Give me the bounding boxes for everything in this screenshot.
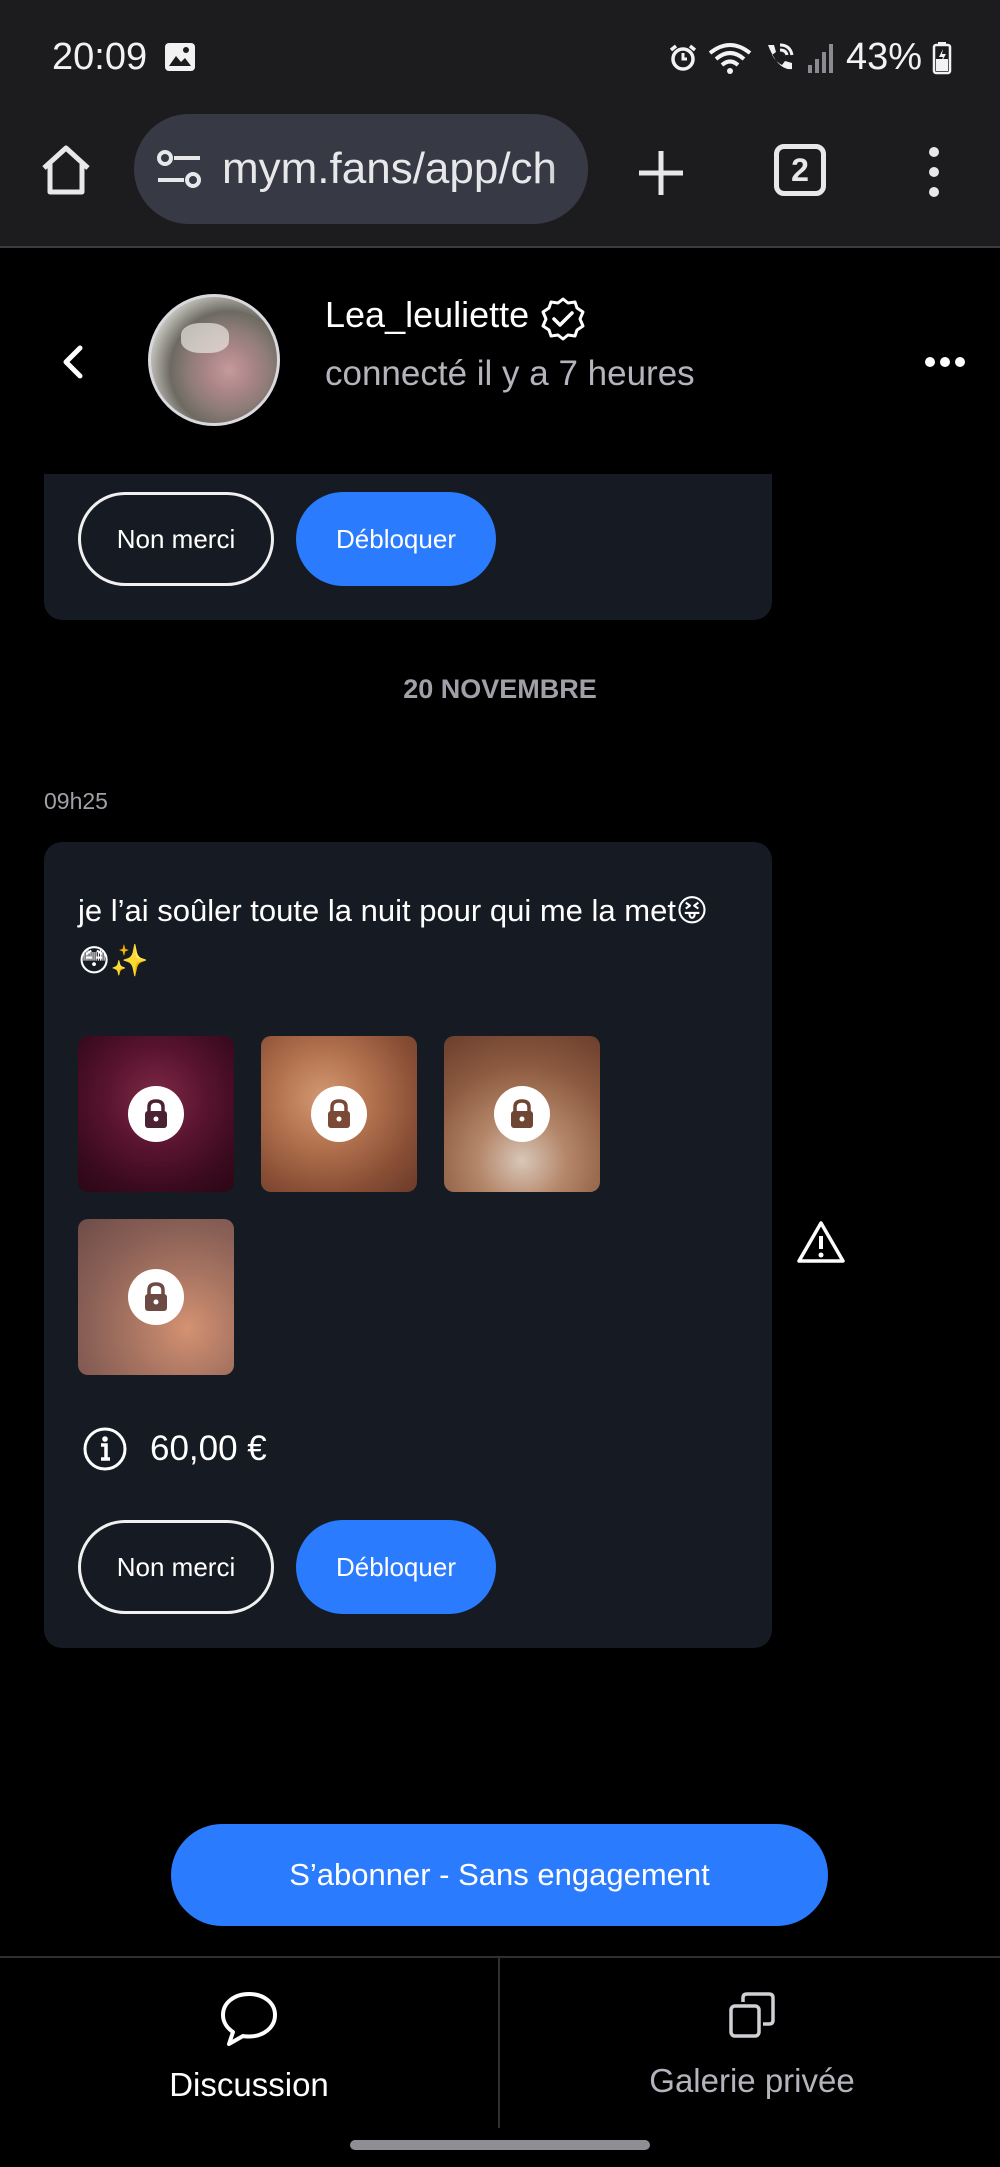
info-icon[interactable]: [82, 1426, 128, 1472]
subscribe-button[interactable]: S’abonner - Sans engagement: [171, 1824, 828, 1926]
wifi-icon: [708, 42, 752, 74]
previous-message-card: Non merci Débloquer: [44, 474, 772, 620]
gesture-nav-handle[interactable]: [350, 2140, 650, 2150]
decline-button[interactable]: Non merci: [78, 1520, 274, 1614]
battery-icon: [932, 41, 952, 74]
message-card: je l’ai soûler toute la nuit pour qui me…: [44, 842, 772, 1648]
locked-media-thumbnail[interactable]: [444, 1036, 600, 1192]
tab-switcher-button[interactable]: 2: [774, 144, 826, 196]
unlock-button[interactable]: Débloquer: [296, 1520, 496, 1614]
url-fade: [548, 114, 588, 224]
locked-media-thumbnail[interactable]: [78, 1219, 234, 1375]
chat-bubble-icon: [221, 1992, 277, 2046]
tab-discussion-label: Discussion: [169, 2066, 329, 2103]
lock-icon: [311, 1086, 367, 1142]
image-icon: [165, 43, 195, 71]
new-tab-icon[interactable]: [636, 148, 686, 198]
tab-count: 2: [791, 151, 809, 188]
date-separator: 20 NOVEMBRE: [403, 674, 597, 704]
avatar[interactable]: [148, 294, 280, 426]
locked-media-thumbnail[interactable]: [261, 1036, 417, 1192]
tab-discussion[interactable]: Discussion: [0, 1958, 500, 2128]
unlock-button[interactable]: Débloquer: [296, 492, 496, 586]
url-text: mym.fans/app/ch: [222, 144, 558, 193]
home-icon[interactable]: [38, 142, 94, 198]
decline-button[interactable]: Non merci: [78, 492, 274, 586]
status-bar: 20:09 43%: [0, 0, 1000, 112]
report-warning-icon[interactable]: [796, 1220, 846, 1264]
wifi-call-icon: [767, 43, 794, 69]
user-name[interactable]: Lea_leuliette: [325, 294, 529, 336]
alarm-icon: [669, 44, 697, 71]
lock-icon: [128, 1269, 184, 1325]
price: 60,00 €: [150, 1429, 267, 1468]
status-icons: 43%: [668, 36, 952, 79]
gallery-stack-icon: [729, 1992, 775, 2038]
chat-header: Lea_leuliette connecté il y a 7 heures: [0, 250, 1000, 474]
tab-private-gallery-label: Galerie privée: [649, 2062, 855, 2099]
signal-icon: [807, 43, 833, 73]
browser-toolbar: mym.fans/app/ch 2: [0, 112, 1000, 248]
lock-icon: [494, 1086, 550, 1142]
browser-menu-icon[interactable]: [916, 144, 952, 200]
user-last-seen: connecté il y a 7 heures: [325, 354, 695, 393]
back-icon[interactable]: [56, 342, 92, 382]
battery-percent: 43%: [845, 36, 922, 78]
locked-media-thumbnail[interactable]: [78, 1036, 234, 1192]
url-bar[interactable]: mym.fans/app/ch: [134, 114, 588, 224]
tab-private-gallery[interactable]: Galerie privée: [502, 1958, 1000, 2128]
bottom-tab-bar: Discussion Galerie privée: [0, 1956, 1000, 2128]
lock-icon: [128, 1086, 184, 1142]
price-row: 60,00 €: [82, 1426, 267, 1472]
message-time: 09h25: [44, 788, 108, 814]
more-options-icon[interactable]: [924, 350, 966, 374]
message-text: je l’ai soûler toute la nuit pour qui me…: [78, 893, 709, 978]
site-settings-icon[interactable]: [156, 148, 202, 190]
status-time: 20:09: [52, 36, 148, 78]
verified-icon: [541, 297, 585, 341]
